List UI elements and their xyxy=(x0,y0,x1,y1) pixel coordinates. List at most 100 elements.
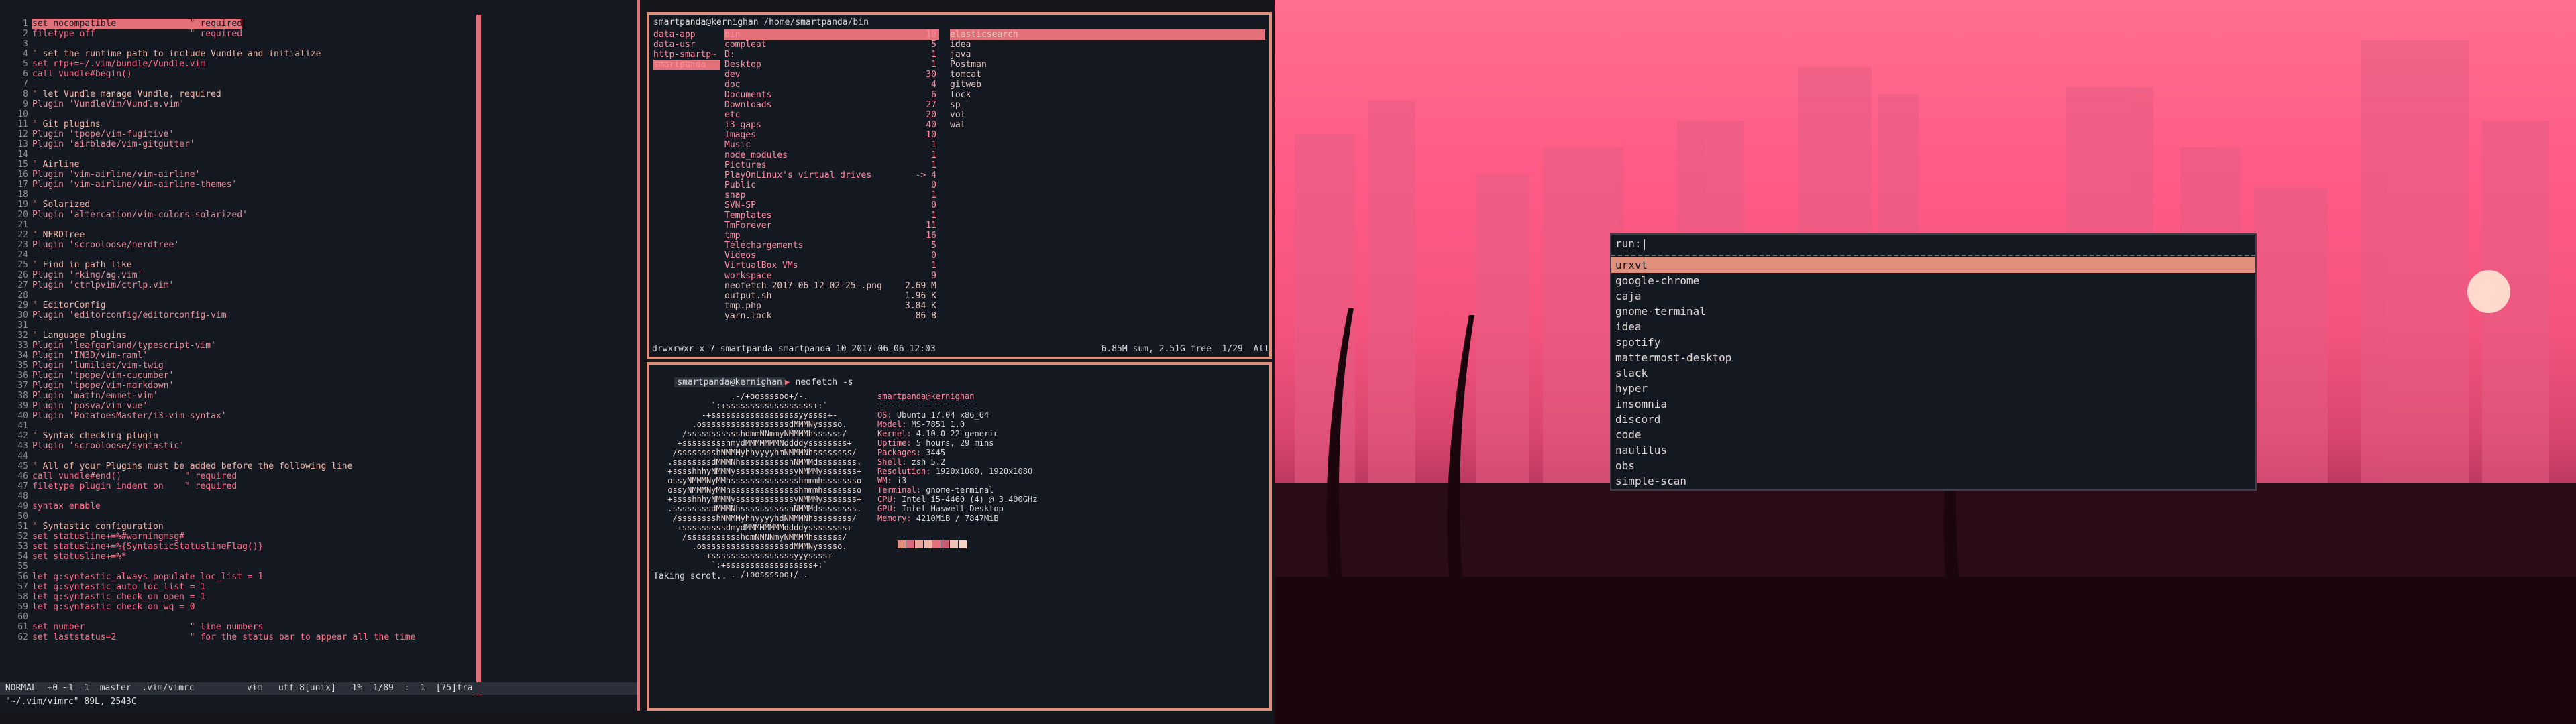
ranger-entry[interactable]: Images 10 xyxy=(724,130,939,140)
vim-line[interactable]: 47 filetype plugin indent on " required xyxy=(0,481,415,491)
vim-line[interactable]: 22 " NERDTree xyxy=(0,230,415,240)
vim-line[interactable]: 21 xyxy=(0,220,415,230)
ranger-parent-entry[interactable]: data-usr xyxy=(653,40,720,50)
vim-line[interactable]: 50 xyxy=(0,511,415,522)
run-launcher[interactable]: run:| urxvt google-chrome caja gnome-termin… xyxy=(1610,233,2257,491)
vim-line[interactable]: 34 Plugin 'IN3D/vim-raml' xyxy=(0,351,415,361)
ranger-entry[interactable]: Templates 1 xyxy=(724,210,939,221)
vim-line[interactable]: 36 Plugin 'tpope/vim-cucumber' xyxy=(0,371,415,381)
ranger-entry[interactable]: neofetch-2017-06-12-02-25-.png 2.69 M xyxy=(724,281,939,291)
ranger-entry[interactable]: D: 1 xyxy=(724,50,939,60)
ranger-parent-column[interactable]: data-app data-usr http-smartp~ smartpanda xyxy=(653,29,720,70)
vim-line[interactable]: 24 xyxy=(0,250,415,260)
vim-line[interactable]: 20 Plugin 'altercation/vim-colors-solariz… xyxy=(0,210,415,220)
vim-editor-window[interactable]: 1 set nocompatible " required 2 filetype of… xyxy=(0,0,640,711)
vim-line[interactable]: 38 Plugin 'mattn/emmet-vim' xyxy=(0,391,415,401)
ranger-preview-entry[interactable]: wal xyxy=(950,120,1265,130)
vim-line[interactable]: 39 Plugin 'posva/vim-vue' xyxy=(0,401,415,411)
vim-line[interactable]: 2 filetype off " required xyxy=(0,29,415,39)
vim-line[interactable]: 59 let g:syntastic_check_on_wq = 0 xyxy=(0,602,415,612)
vim-line[interactable]: 6 call vundle#begin() xyxy=(0,69,415,79)
ranger-entry[interactable]: tmp.php 3.84 K xyxy=(724,301,939,311)
ranger-entry[interactable]: bin 10 xyxy=(724,29,939,40)
ranger-entry[interactable]: etc 20 xyxy=(724,110,939,120)
ranger-preview-entry[interactable]: gitweb xyxy=(950,80,1265,90)
ranger-entry[interactable]: Pictures 1 xyxy=(724,160,939,170)
vim-line[interactable]: 28 xyxy=(0,290,415,300)
ranger-entry[interactable]: dev 30 xyxy=(724,70,939,80)
ranger-parent-entry[interactable]: http-smartp~ xyxy=(653,50,720,60)
vim-line[interactable]: 15 " Airline xyxy=(0,160,415,170)
ranger-preview-entry[interactable]: java xyxy=(950,50,1265,60)
ranger-entry[interactable]: compleat 5 xyxy=(724,40,939,50)
ranger-entry[interactable]: snap 1 xyxy=(724,190,939,200)
launcher-option[interactable]: caja xyxy=(1611,288,2255,304)
ranger-entry[interactable]: Videos 0 xyxy=(724,251,939,261)
vim-line[interactable]: 13 Plugin 'airblade/vim-gitgutter' xyxy=(0,139,415,149)
vim-buffer[interactable]: 1 set nocompatible " required 2 filetype of… xyxy=(0,19,415,642)
vim-line[interactable]: 46 call vundle#end() " required xyxy=(0,471,415,481)
vim-line[interactable]: 49 syntax enable xyxy=(0,501,415,511)
ranger-entry[interactable]: yarn.lock 86 B xyxy=(724,311,939,321)
ranger-preview-entry[interactable]: elasticsearch xyxy=(950,29,1265,40)
ranger-entry[interactable]: workspace 9 xyxy=(724,271,939,281)
vim-line[interactable]: 29 " EditorConfig xyxy=(0,300,415,310)
vim-line[interactable]: 37 Plugin 'tpope/vim-markdown' xyxy=(0,381,415,391)
vim-line[interactable]: 18 xyxy=(0,190,415,200)
launcher-option[interactable]: insomnia xyxy=(1611,396,2255,412)
vim-line[interactable]: 10 xyxy=(0,109,415,119)
vim-line[interactable]: 32 " Language plugins xyxy=(0,330,415,341)
ranger-preview-entry[interactable]: Postman xyxy=(950,60,1265,70)
ranger-entry[interactable]: i3-gaps 40 xyxy=(724,120,939,130)
vim-line[interactable]: 25 " Find in path like xyxy=(0,260,415,270)
ranger-current-column[interactable]: bin 10 compleat 5 D: 1 Desktop 1 dev 30 doc 4 Docume… xyxy=(724,29,939,321)
ranger-entry[interactable]: Desktop 1 xyxy=(724,60,939,70)
vim-line[interactable]: 57 let g:syntastic_auto_loc_list = 1 xyxy=(0,582,415,592)
vim-line[interactable]: 60 xyxy=(0,612,415,622)
ranger-entry[interactable]: Documents 6 xyxy=(724,90,939,100)
vim-line[interactable]: 44 xyxy=(0,451,415,461)
launcher-option[interactable]: simple-scan xyxy=(1611,473,2255,489)
ranger-entry[interactable]: output.sh 1.96 K xyxy=(724,291,939,301)
ranger-preview-entry[interactable]: vol xyxy=(950,110,1265,120)
ranger-file-manager[interactable]: smartpanda@kernighan /home/smartpanda/bi… xyxy=(647,12,1272,359)
launcher-option[interactable]: google-chrome xyxy=(1611,273,2255,288)
ranger-entry[interactable]: Public 0 xyxy=(724,180,939,190)
ranger-entry[interactable]: Downloads 27 xyxy=(724,100,939,110)
ranger-entry[interactable]: tmp 16 xyxy=(724,231,939,241)
vim-line[interactable]: 3 xyxy=(0,39,415,49)
launcher-option[interactable]: gnome-terminal xyxy=(1611,304,2255,319)
vim-cmdline[interactable]: "~/.vim/vimrc" 89L, 2543C xyxy=(0,696,637,708)
vim-line[interactable]: 17 Plugin 'vim-airline/vim-airline-themes… xyxy=(0,180,415,190)
vim-line[interactable]: 33 Plugin 'leafgarland/typescript-vim' xyxy=(0,341,415,351)
vim-line[interactable]: 7 xyxy=(0,79,415,89)
vim-line[interactable]: 30 Plugin 'editorconfig/editorconfig-vim' xyxy=(0,310,415,320)
vim-line[interactable]: 58 let g:syntastic_check_on_open = 1 xyxy=(0,592,415,602)
vim-line[interactable]: 14 xyxy=(0,149,415,160)
vim-line[interactable]: 56 let g:syntastic_always_populate_loc_li… xyxy=(0,572,415,582)
launcher-option[interactable]: idea xyxy=(1611,319,2255,335)
vim-line[interactable]: 23 Plugin 'scrooloose/nerdtree' xyxy=(0,240,415,250)
vim-line[interactable]: 4 " set the runtime path to include Vundl… xyxy=(0,49,415,59)
launcher-option[interactable]: obs xyxy=(1611,458,2255,473)
ranger-entry[interactable]: doc 4 xyxy=(724,80,939,90)
vim-line[interactable]: 11 " Git plugins xyxy=(0,119,415,129)
launcher-option[interactable]: nautilus xyxy=(1611,442,2255,458)
vim-line[interactable]: 41 xyxy=(0,421,415,431)
ranger-preview-column[interactable]: elasticsearch idea java Postman tomcat gitweb… xyxy=(950,29,1265,130)
launcher-prompt[interactable]: run:| xyxy=(1611,235,2255,256)
vim-line[interactable]: 31 xyxy=(0,320,415,330)
vim-line[interactable]: 26 Plugin 'rking/ag.vim' xyxy=(0,270,415,280)
vim-line[interactable]: 43 Plugin 'scrooloose/syntastic' xyxy=(0,441,415,451)
vim-line[interactable]: 48 xyxy=(0,491,415,501)
ranger-preview-entry[interactable]: tomcat xyxy=(950,70,1265,80)
launcher-options[interactable]: urxvt google-chrome caja gnome-terminal idea… xyxy=(1611,256,2255,489)
vim-line[interactable]: 27 Plugin 'ctrlpvim/ctrlp.vim' xyxy=(0,280,415,290)
launcher-option[interactable]: spotify xyxy=(1611,335,2255,350)
launcher-option[interactable]: mattermost-desktop xyxy=(1611,350,2255,365)
vim-line[interactable]: 52 set statusline+=%#warningmsg# xyxy=(0,532,415,542)
vim-line[interactable]: 8 " let Vundle manage Vundle, required xyxy=(0,89,415,99)
launcher-option[interactable]: discord xyxy=(1611,412,2255,427)
launcher-option[interactable]: code xyxy=(1611,427,2255,442)
vim-line[interactable]: 61 set number " line numbers xyxy=(0,622,415,632)
